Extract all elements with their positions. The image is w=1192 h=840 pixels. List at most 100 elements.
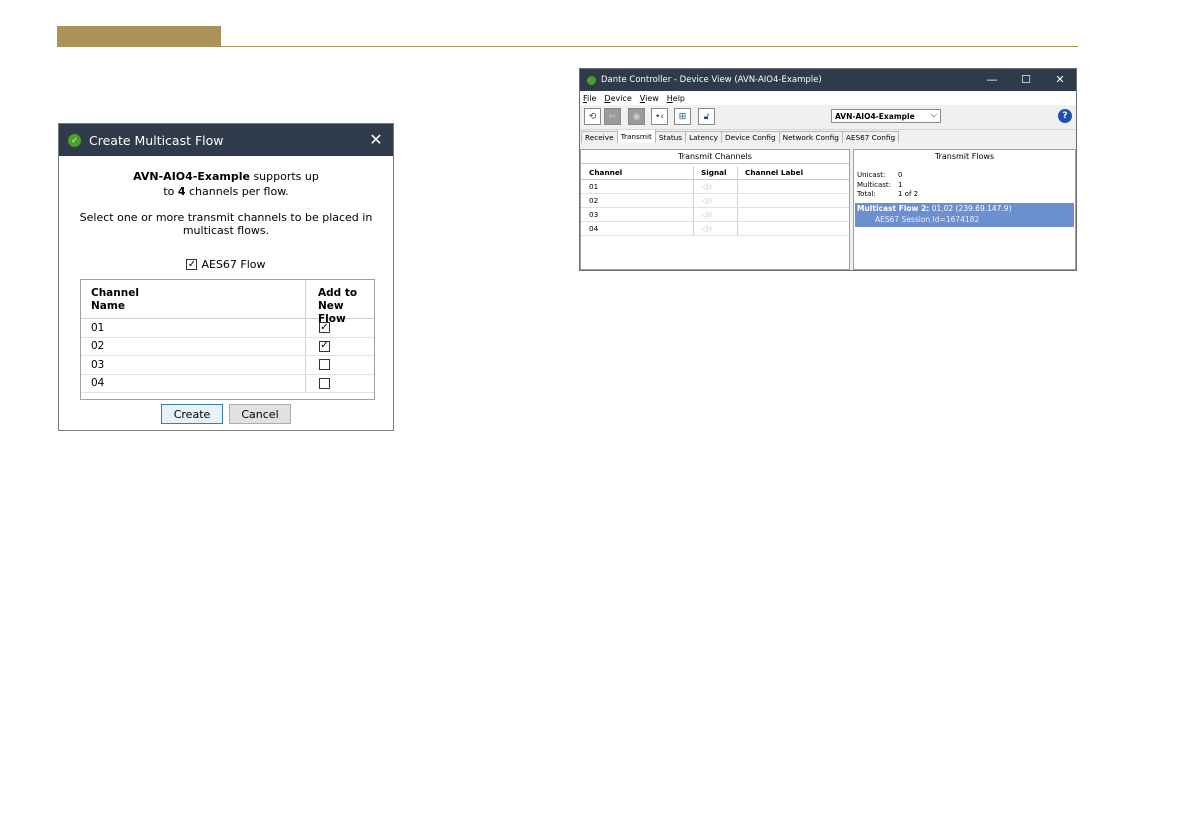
list-item[interactable]: 01 ◁)): [581, 180, 849, 194]
transmit-view: Transmit Channels Channel Signal Channel…: [580, 149, 1076, 270]
channel-label-cell[interactable]: [738, 222, 849, 235]
unicast-label: Unicast:: [857, 171, 886, 179]
col-channel: Channel: [581, 166, 694, 179]
tab-status[interactable]: Status: [654, 131, 687, 143]
message-text-2b: channels per flow.: [185, 185, 289, 198]
channel-number: 01: [581, 180, 694, 193]
device-name: AVN-AIO4-Example: [133, 170, 250, 183]
toolbar: ⟲ ✂ ◉ •‹ ⊞ 🔓︎ AVN-AIO4-Example ⌵ ?: [580, 105, 1076, 130]
message-text-2a: to: [163, 185, 178, 198]
flow-session: AES67 Session Id=1674182: [875, 214, 980, 224]
cancel-button[interactable]: Cancel: [229, 404, 291, 424]
channel-list-header: Channel Signal Channel Label: [581, 166, 849, 180]
tab-aes67-config[interactable]: AES67 Config: [841, 131, 900, 143]
create-button[interactable]: Create: [161, 404, 223, 424]
tab-receive[interactable]: Receive: [581, 131, 618, 143]
total-label: Total:: [857, 190, 876, 198]
channel-number: 02: [581, 194, 694, 207]
dante-controller-window: Dante Controller - Device View (AVN-AIO4…: [579, 68, 1077, 271]
window-title: Dante Controller - Device View (AVN-AIO4…: [601, 75, 822, 85]
transmit-flows-panel: Transmit Flows Unicast: 0 Multicast: 1 Tot…: [853, 149, 1076, 270]
add-channel-checkbox[interactable]: ✓: [319, 322, 330, 334]
tab-latency[interactable]: Latency: [685, 131, 722, 143]
transmit-channels-panel: Transmit Channels Channel Signal Channel…: [580, 149, 850, 270]
grid-header: Channel Name Add to New Flow: [81, 280, 374, 325]
dialog-titlebar: ✓ Create Multicast Flow ✕: [59, 124, 393, 156]
flow-detail: 01,02 (239.69.147.9): [929, 204, 1012, 213]
add-channel-checkbox[interactable]: ✓: [319, 340, 330, 352]
col-signal: Signal: [694, 166, 738, 179]
panel-title: Transmit Flows: [934, 152, 995, 161]
channel-grid: Channel Name Add to New Flow 01 ✓ 02 ✓ 03 …: [80, 279, 375, 400]
close-icon[interactable]: ✕: [1052, 73, 1068, 86]
channel-label-cell[interactable]: [738, 194, 849, 207]
minimize-icon[interactable]: —: [984, 73, 1000, 86]
header-rule: [57, 46, 1078, 47]
refresh-icon[interactable]: ⟲: [584, 108, 601, 125]
tab-network-config[interactable]: Network Config: [778, 131, 843, 143]
device-selector-value: AVN-AIO4-Example: [835, 111, 915, 121]
channel-label-cell[interactable]: [738, 180, 849, 193]
dialog-title: Create Multicast Flow: [89, 132, 224, 148]
lock-icon[interactable]: 🔓︎: [698, 108, 715, 125]
channel-number: 03: [581, 208, 694, 221]
add-to-new-flow-header: Add to New Flow: [318, 287, 358, 325]
tab-transmit[interactable]: Transmit: [616, 129, 656, 143]
channel-name: 02: [81, 337, 306, 355]
tab-device-config[interactable]: Device Config: [720, 131, 780, 143]
tab-strip: Receive Transmit Status Latency Device C…: [580, 129, 1076, 143]
channel-name: 04: [81, 374, 306, 392]
list-item[interactable]: 03 ◁)): [581, 208, 849, 222]
dialog-message: AVN-AIO4-Example supports up to 4 channe…: [59, 169, 393, 199]
channel-count: 4: [177, 185, 186, 198]
add-channel-checkbox[interactable]: [319, 377, 330, 389]
panel-title: Transmit Channels: [581, 150, 849, 164]
channel-row: 03: [81, 356, 374, 375]
menu-file[interactable]: File: [583, 94, 596, 103]
add-channel-checkbox[interactable]: [319, 359, 330, 371]
menu-bar: File Device View Help: [580, 91, 1076, 105]
channel-row: 01 ✓: [81, 319, 374, 338]
channel-name: 03: [81, 356, 306, 374]
multicast-flow-item[interactable]: Multicast Flow 2: 01,02 (239.69.147.9) A…: [855, 203, 1074, 227]
unicast-value: 0: [898, 171, 903, 179]
help-icon[interactable]: ?: [1058, 109, 1072, 123]
speaker-icon: ◁)): [701, 210, 712, 219]
list-item[interactable]: 04 ◁)): [581, 222, 849, 236]
aes67-flow-checkbox[interactable]: ✓: [186, 259, 198, 270]
message-text-1: supports up: [249, 170, 319, 183]
channel-name-header: Channel Name: [81, 280, 306, 318]
window-titlebar: Dante Controller - Device View (AVN-AIO4…: [580, 69, 1076, 91]
channel-row: 04: [81, 374, 374, 393]
total-value: 1 of 2: [898, 190, 919, 198]
menu-help[interactable]: Help: [667, 94, 685, 103]
speaker-icon: ◁)): [701, 196, 712, 205]
create-multicast-flow-dialog: ✓ Create Multicast Flow ✕ AVN-AIO4-Examp…: [58, 123, 394, 431]
maximize-icon[interactable]: ☐: [1018, 73, 1034, 86]
channel-label-cell[interactable]: [738, 208, 849, 221]
channel-row: 02 ✓: [81, 337, 374, 356]
speaker-icon: ◁)): [701, 224, 712, 233]
list-item[interactable]: 02 ◁)): [581, 194, 849, 208]
menu-view[interactable]: View: [640, 94, 659, 103]
flow-name: Multicast Flow 2:: [857, 204, 930, 213]
instruction-text: Select one or more transmit channels to …: [79, 211, 373, 237]
aes67-flow-label: AES67 Flow: [201, 258, 266, 271]
menu-device[interactable]: Device: [604, 94, 631, 103]
header-tab: [57, 26, 221, 46]
chevron-down-icon: ⌵: [930, 110, 937, 119]
channel-number: 04: [581, 222, 694, 235]
speaker-icon: ◁)): [701, 182, 712, 191]
channel-name: 01: [81, 319, 306, 337]
aes67-flow-row[interactable]: ✓ AES67 Flow: [59, 258, 393, 271]
multicast-label: Multicast:: [857, 180, 891, 189]
close-icon[interactable]: ✕: [367, 130, 385, 149]
device-selector[interactable]: AVN-AIO4-Example ⌵: [831, 109, 941, 123]
tools-icon: ✂: [604, 108, 621, 125]
grid-icon[interactable]: ⊞: [674, 108, 691, 125]
dante-app-icon: [587, 75, 596, 85]
eye-icon: ◉: [628, 108, 645, 125]
multicast-value: 1: [898, 180, 903, 189]
col-channel-label: Channel Label: [745, 168, 804, 177]
network-icon[interactable]: •‹: [651, 108, 668, 125]
